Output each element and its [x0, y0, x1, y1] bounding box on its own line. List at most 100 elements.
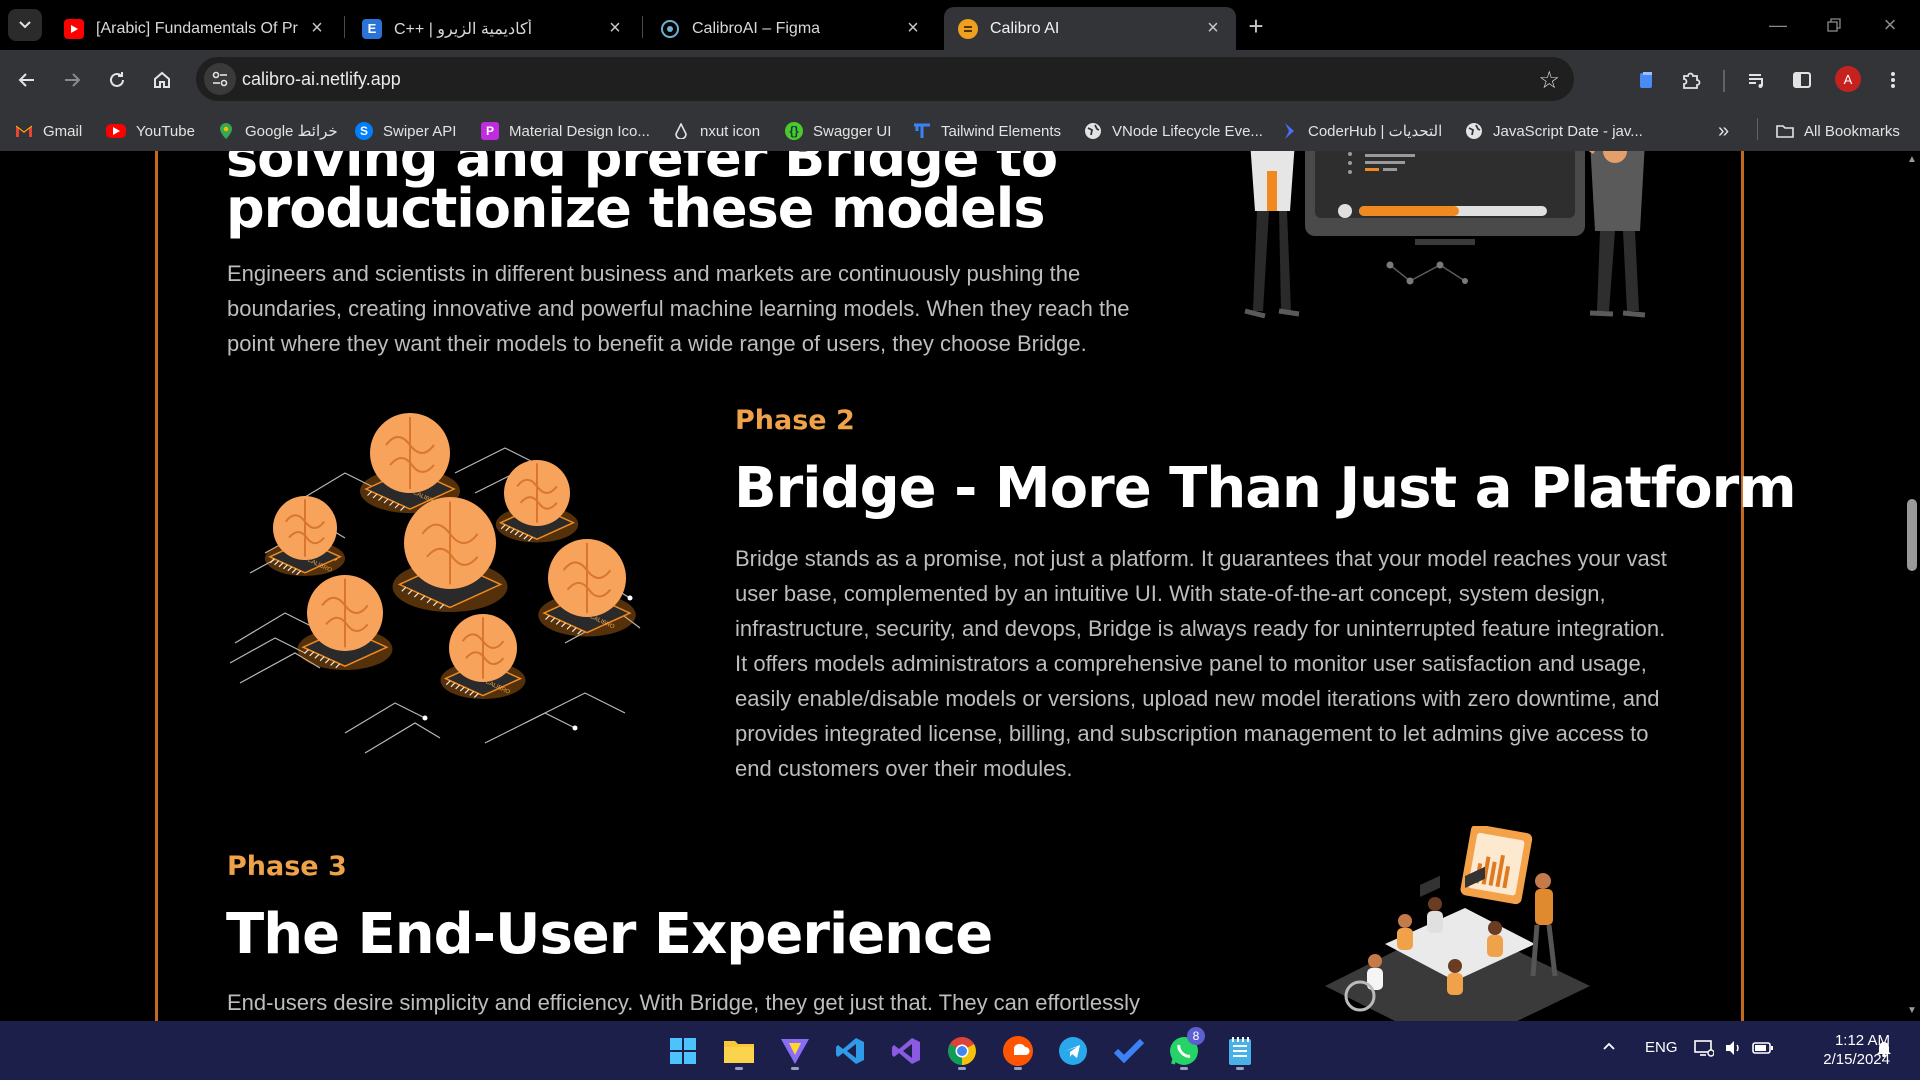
side-panel-icon — [1793, 72, 1811, 88]
file-explorer-icon[interactable] — [718, 1030, 760, 1072]
bookmark-vnode-lifecycle[interactable]: VNode Lifecycle Eve... — [1084, 119, 1263, 143]
vscode-icon[interactable] — [829, 1030, 871, 1072]
close-window-button[interactable]: × — [1870, 10, 1910, 40]
bookmark-label: Swiper API — [383, 122, 457, 140]
reload-icon — [110, 72, 124, 87]
bookmark-tailwind-elements[interactable]: Tailwind Elements — [913, 119, 1061, 143]
section-frame-left-border — [155, 151, 158, 1021]
battery-icon — [1752, 1042, 1773, 1054]
whatsapp-icon[interactable]: 8 — [1163, 1027, 1205, 1072]
puzzle-icon — [1683, 72, 1701, 89]
scroll-up-arrow[interactable]: ▲ — [1907, 155, 1917, 165]
vite-icon[interactable] — [774, 1030, 816, 1072]
visual-studio-icon[interactable] — [885, 1030, 927, 1072]
bookmark-nuxt-icon[interactable]: nxut icon — [672, 119, 760, 143]
phase3-paragraph: End-users desire simplicity and efficien… — [227, 990, 1141, 1015]
bookmark-google-maps[interactable]: Google خرائط — [217, 119, 338, 143]
tab-separator — [344, 16, 345, 38]
home-icon — [154, 71, 170, 88]
minimize-button[interactable]: — — [1758, 10, 1798, 40]
reload-button[interactable] — [100, 63, 134, 97]
e-letter-icon: E — [362, 18, 382, 39]
tab-calibro-ai[interactable]: Calibro AI × — [944, 7, 1236, 50]
bell-icon — [1877, 1042, 1891, 1057]
url-text[interactable]: calibro-ai.netlify.app — [242, 69, 401, 90]
bookmarks-overflow-button[interactable]: » — [1718, 119, 1729, 143]
globe-icon — [1084, 122, 1102, 140]
arrow-right-icon — [65, 73, 81, 87]
notepad-icon[interactable] — [1219, 1030, 1261, 1072]
notifications-button[interactable] — [1876, 1039, 1892, 1057]
team-meeting-illustration — [1325, 826, 1590, 1021]
profile-avatar[interactable]: A — [1835, 66, 1861, 92]
close-icon[interactable]: × — [902, 17, 924, 40]
coderhub-icon — [1280, 122, 1298, 140]
show-hidden-icons-button[interactable] — [1602, 1039, 1616, 1053]
youtube-icon — [64, 18, 84, 39]
system-clock[interactable]: 1:12 AM 2/15/2024 — [1790, 1031, 1890, 1069]
bookmark-star-icon[interactable]: ☆ — [1538, 66, 1560, 95]
windows-start-icon[interactable] — [662, 1030, 704, 1072]
running-indicator — [1180, 1067, 1188, 1070]
restore-icon — [1827, 18, 1841, 32]
browser-toolbar: calibro-ai.netlify.app ☆ — [0, 50, 1920, 109]
restore-button[interactable] — [1814, 10, 1854, 40]
side-panel-button[interactable] — [1785, 63, 1819, 97]
scroll-down-arrow[interactable]: ▼ — [1907, 1006, 1917, 1016]
chrome-icon[interactable] — [941, 1030, 983, 1072]
all-bookmarks-button[interactable]: All Bookmarks — [1776, 119, 1900, 143]
folder-icon — [1776, 122, 1794, 140]
tab-arabic-fundamentals[interactable]: [Arabic] Fundamentals Of Progr × — [50, 7, 340, 50]
tab-title: Calibro AI — [990, 19, 1060, 37]
todo-icon[interactable] — [1108, 1030, 1150, 1072]
bookmark-coderhub[interactable]: CoderHub | التحديات — [1280, 119, 1442, 143]
telegram-icon[interactable] — [1052, 1030, 1094, 1072]
bookmark-youtube[interactable]: YouTube — [106, 119, 195, 143]
nuxt-icon — [672, 122, 690, 140]
bookmark-swagger-ui[interactable]: {} Swagger UI — [785, 119, 891, 143]
network-icon — [1694, 1040, 1714, 1057]
bookmark-label: Gmail — [43, 122, 83, 140]
home-button[interactable] — [145, 63, 179, 97]
tab-title: CalibroAI – Figma — [692, 19, 821, 37]
media-controls-button[interactable] — [1740, 63, 1774, 97]
new-tab-button[interactable]: + — [1242, 11, 1270, 41]
tab-cpp-academy[interactable]: E C++ | أكاديمية الزيرو × — [348, 7, 638, 50]
running-indicator — [1236, 1067, 1244, 1070]
site-info-button[interactable] — [204, 63, 236, 95]
brain-chip — [297, 575, 393, 670]
phase2-label: Phase 2 — [735, 405, 855, 436]
tab-search-button[interactable] — [8, 9, 42, 41]
address-bar[interactable]: calibro-ai.netlify.app ☆ — [196, 57, 1574, 101]
chevron-down-icon — [19, 21, 31, 29]
globe-icon — [1465, 122, 1483, 140]
arrow-left-icon — [18, 73, 34, 87]
clock-time: 1:12 AM — [1834, 1032, 1890, 1049]
scrollbar-thumb[interactable] — [1907, 499, 1917, 571]
bookmark-swiper-api[interactable]: S Swiper API — [355, 119, 456, 143]
system-tray-icons[interactable] — [1694, 1039, 1774, 1057]
phase1-heading-line2: productionize these models — [226, 177, 1045, 240]
youtube-icon — [106, 124, 126, 138]
page-scrollbar[interactable]: ▲ ▼ — [1904, 151, 1920, 1021]
running-indicator — [791, 1067, 799, 1070]
page-viewport: solving and prefer Bridge to productioni… — [0, 151, 1904, 1021]
browser-menu-button[interactable] — [1876, 63, 1910, 97]
close-icon[interactable]: × — [1202, 17, 1224, 40]
close-icon[interactable]: × — [604, 17, 626, 40]
forward-button[interactable] — [55, 63, 89, 97]
extensions-button[interactable] — [1674, 63, 1708, 97]
bookmark-javascript-date[interactable]: JavaScript Date - jav... — [1465, 119, 1643, 143]
bookmark-material-design[interactable]: P Material Design Ico... — [481, 119, 650, 143]
close-icon[interactable]: × — [306, 17, 328, 40]
language-indicator[interactable]: ENG — [1645, 1039, 1678, 1056]
running-indicator — [735, 1067, 743, 1070]
back-button[interactable] — [10, 63, 44, 97]
extension-docs-button[interactable] — [1629, 63, 1663, 97]
soundcloud-icon[interactable] — [997, 1030, 1039, 1072]
bookmark-label: YouTube — [136, 122, 195, 140]
calibro-icon — [958, 18, 978, 39]
tab-calibro-figma[interactable]: CalibroAI – Figma × — [646, 7, 936, 50]
bookmark-gmail[interactable]: Gmail — [15, 119, 82, 143]
bookmark-label: Swagger UI — [813, 122, 892, 140]
